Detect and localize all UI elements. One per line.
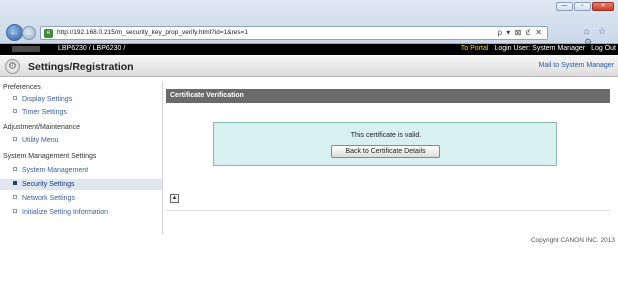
- bullet-icon: [13, 109, 17, 114]
- sidebar-item-initialize-setting-information[interactable]: Initialize Setting Information: [0, 207, 162, 218]
- top-links: To Portal Login User: System Manager Log…: [461, 45, 616, 52]
- close-window-button[interactable]: ✕: [592, 2, 614, 11]
- sidebar-item-label: Network Settings: [22, 195, 75, 202]
- settings-gear-icon: ⚙: [5, 59, 20, 74]
- page-title: Settings/Registration: [28, 61, 134, 73]
- minimize-button[interactable]: —: [556, 2, 573, 11]
- content-divider: [162, 82, 163, 234]
- section-title: Certificate Verification: [166, 89, 610, 103]
- brand-logo: [12, 46, 40, 52]
- bullet-icon: [13, 209, 17, 214]
- to-portal-link[interactable]: To Portal: [461, 45, 489, 52]
- sidebar-item-label: Security Settings: [22, 181, 75, 188]
- sidebar-item-label: Initialize Setting Information: [22, 209, 108, 216]
- sidebar-item-display-settings[interactable]: Display Settings: [0, 94, 162, 105]
- sidebar-item-label: System Management: [22, 167, 89, 174]
- product-bar: LBP6230 / LBP6230 / To Portal Login User…: [0, 44, 618, 55]
- sidebar-item-utility-menu[interactable]: Utility Menu: [0, 135, 162, 146]
- page-top-icon[interactable]: ▲: [170, 194, 179, 203]
- sidebar-item-network-settings[interactable]: Network Settings: [0, 193, 162, 204]
- sidebar-item-system-management[interactable]: System Management: [0, 165, 162, 176]
- product-name: LBP6230 / LBP6230 /: [58, 45, 126, 52]
- sidebar-heading-system-management-settings: System Management Settings: [3, 153, 97, 160]
- sidebar: Preferences Display Settings Timer Setti…: [0, 82, 162, 234]
- bullet-icon: [13, 137, 17, 142]
- window-controls: — ▫ ✕: [556, 2, 614, 11]
- sidebar-item-timer-settings[interactable]: Timer Settings: [0, 107, 162, 118]
- sidebar-item-label: Display Settings: [22, 96, 73, 103]
- bullet-icon: [13, 195, 17, 200]
- mail-to-system-manager-link[interactable]: Mail to System Manager: [539, 62, 614, 69]
- site-favicon-icon: e: [44, 29, 53, 38]
- bullet-icon: [13, 167, 17, 172]
- address-url[interactable]: http://192.168.0.215/m_security_key_prop…: [57, 29, 248, 36]
- forward-arrow-icon[interactable]: →: [22, 26, 36, 40]
- content-divider-line: [166, 210, 610, 211]
- browser-chrome: — ▫ ✕ ← → e http://192.168.0.215/m_secur…: [0, 0, 618, 47]
- copyright-text: Copyright CANON INC. 2013: [530, 237, 615, 244]
- bullet-icon: [13, 181, 17, 186]
- sidebar-heading-adjustment-maintenance: Adjustment/Maintenance: [3, 124, 81, 131]
- log-out-link[interactable]: Log Out: [591, 45, 616, 52]
- address-tools[interactable]: ρ ▾ ⊠ ℭ ✕: [498, 28, 544, 37]
- sidebar-item-label: Timer Settings: [22, 109, 67, 116]
- sidebar-item-label: Utility Menu: [22, 137, 59, 144]
- back-to-certificate-details-button[interactable]: Back to Certificate Details: [331, 145, 440, 158]
- back-arrow-icon[interactable]: ←: [6, 24, 23, 41]
- maximize-button[interactable]: ▫: [574, 2, 591, 11]
- sidebar-heading-preferences: Preferences: [3, 84, 41, 91]
- navigation-row: ← → e http://192.168.0.215/m_security_ke…: [4, 24, 618, 47]
- bullet-icon: [13, 96, 17, 101]
- verification-message: This certificate is valid.: [350, 132, 422, 139]
- settings-header: ⚙ Settings/Registration Mail to System M…: [0, 56, 618, 77]
- address-bar[interactable]: e http://192.168.0.215/m_security_key_pr…: [40, 26, 548, 40]
- login-user-label: Login User: System Manager: [494, 45, 586, 52]
- verification-message-box: This certificate is valid. Back to Certi…: [213, 122, 557, 166]
- sidebar-item-security-settings[interactable]: Security Settings: [0, 179, 162, 190]
